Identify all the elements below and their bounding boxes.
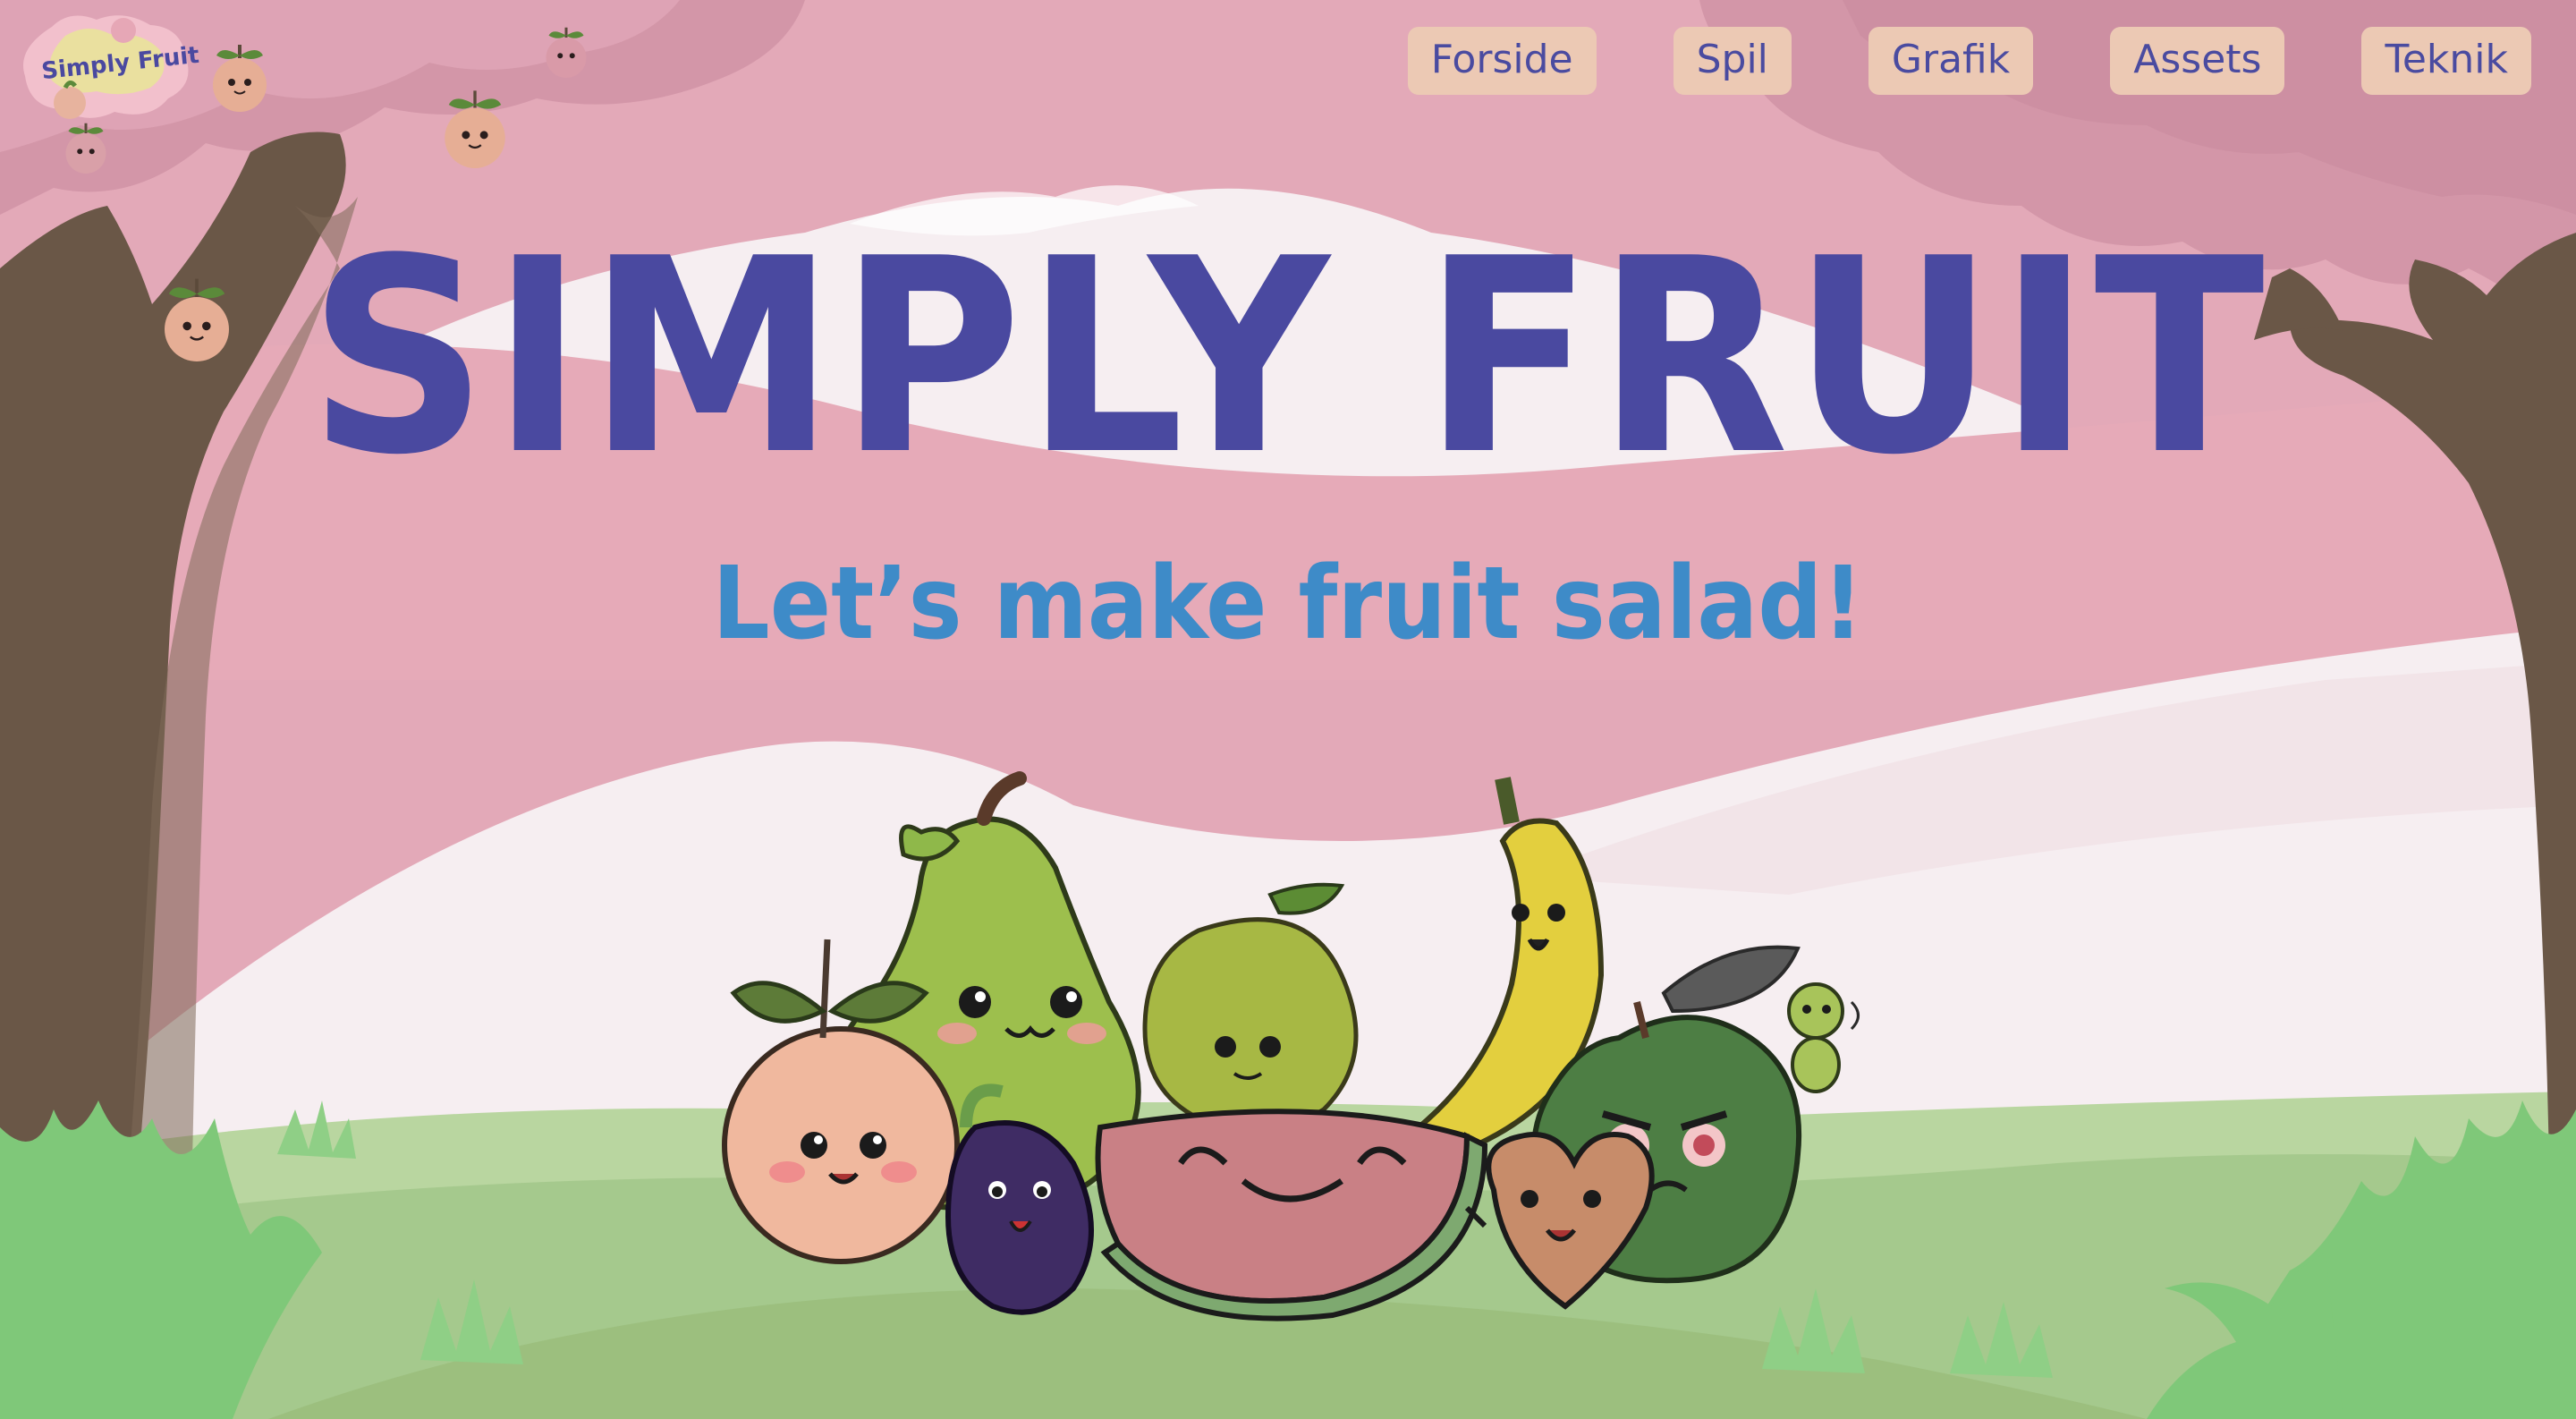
- site-logo[interactable]: Simply Fruit: [16, 9, 200, 125]
- watermelon-character-icon: [1095, 1109, 1488, 1321]
- nav-item-teknik[interactable]: Teknik: [2361, 27, 2531, 95]
- page-subtitle: Let’s make fruit salad!: [712, 546, 1864, 662]
- worm-icon: [1787, 982, 1860, 1093]
- nav-item-grafik[interactable]: Grafik: [1868, 27, 2034, 95]
- fruit-characters-illustration: [722, 771, 1860, 1321]
- soursop-character-icon: [1142, 882, 1359, 1133]
- page-title: SIMPLY FRUIT: [308, 201, 2268, 514]
- nav-item-assets[interactable]: Assets: [2110, 27, 2285, 95]
- peach-icon: [546, 27, 587, 78]
- peach-icon: [213, 45, 267, 112]
- page-background: Simply Fruit Forside Spil Grafik Assets …: [0, 0, 2576, 1419]
- cherry-heart-character-icon: [1464, 1132, 1655, 1310]
- nav-item-forside[interactable]: Forside: [1407, 27, 1597, 95]
- main-nav: Forside Spil Grafik Assets Teknik: [1407, 27, 2531, 95]
- peach-icon: [445, 90, 505, 168]
- nav-item-spil[interactable]: Spil: [1673, 27, 1792, 95]
